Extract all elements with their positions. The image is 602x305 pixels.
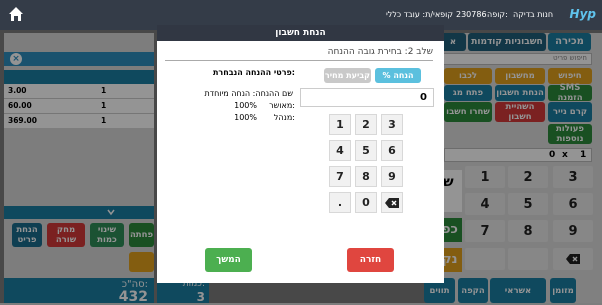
continue-button[interactable]: המשך — [205, 248, 252, 272]
details-title: פרטי ההנחה הנבחרת: — [212, 68, 295, 77]
discount-input[interactable]: 0 — [300, 88, 434, 107]
store-name: חנות בדיקה — [513, 10, 554, 19]
register-code: 230786 — [456, 10, 487, 19]
brand-logo: Hyp — [569, 7, 596, 21]
modal-key-3[interactable]: 3 — [381, 114, 403, 135]
home-icon[interactable] — [8, 6, 24, 22]
modal-backspace-key[interactable] — [381, 192, 403, 213]
back-button[interactable]: חזרה — [347, 248, 394, 272]
modal-key-7[interactable]: 7 — [329, 166, 351, 187]
account-discount-modal: הנחת חשבון שלב 2: בחירת גובה ההנחה פרטי … — [157, 25, 444, 283]
modal-key-0[interactable]: 0 — [355, 192, 377, 213]
modal-key-2[interactable]: 2 — [355, 114, 377, 135]
detail-manager-label: מנהל: — [273, 113, 295, 122]
detail-name: שם ההנחה: הנחה מיוחדת — [204, 89, 293, 98]
modal-step: שלב 2: בחירת גובה ההנחה — [165, 47, 433, 61]
detail-approved-value: 100% — [234, 101, 257, 110]
modal-key-4[interactable]: 4 — [329, 140, 351, 161]
modal-key-1[interactable]: 1 — [329, 114, 351, 135]
modal-key-8[interactable]: 8 — [355, 166, 377, 187]
detail-approved-label: מאושר: — [269, 101, 295, 110]
tab-percent-discount[interactable]: % הנחה — [375, 68, 421, 83]
modal-key-9[interactable]: 9 — [381, 166, 403, 187]
cashier-name: קופאי/ת: עובד כללי — [386, 10, 454, 19]
register-label: קופה: — [487, 10, 508, 19]
modal-key-5[interactable]: 5 — [355, 140, 377, 161]
tab-fixed-price[interactable]: קביעת מחיר — [324, 68, 371, 83]
modal-title: הנחת חשבון — [157, 25, 444, 41]
modal-key-6[interactable]: 6 — [381, 140, 403, 161]
modal-key-dot[interactable]: . — [329, 192, 351, 213]
backspace-icon — [385, 197, 399, 208]
detail-manager-value: 100% — [234, 113, 257, 122]
